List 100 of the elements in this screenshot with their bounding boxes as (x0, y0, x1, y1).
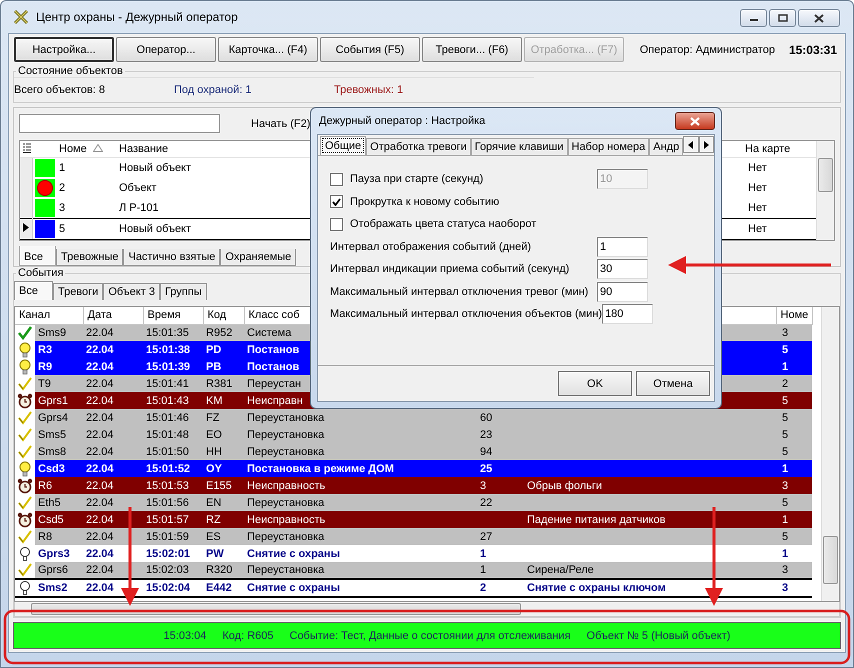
close-icon (814, 14, 824, 22)
toolbar-button[interactable]: События (F5) (320, 37, 420, 62)
scroll-right-button[interactable] (698, 136, 714, 153)
table-cell: 22.04 (86, 326, 114, 339)
table-cell: 22.04 (86, 480, 114, 492)
column-header[interactable]: Класс соб (248, 309, 300, 322)
tab[interactable]: Андр (649, 138, 684, 155)
table-cell: 15:01:46 (146, 412, 189, 424)
table-cell: 5 (782, 446, 788, 458)
table-cell: 3 (480, 480, 486, 492)
checkmark-icon (332, 198, 341, 206)
table-cell: Gprs1 (38, 394, 68, 406)
close-button[interactable] (798, 9, 840, 27)
tab[interactable]: Горячие клавиши (470, 138, 568, 155)
toolbar-button[interactable]: Карточка... (F4) (218, 37, 318, 62)
input-field[interactable]: 90 (597, 282, 648, 302)
tab[interactable]: Все (14, 281, 53, 300)
table-cell: R9 (38, 360, 52, 372)
tab[interactable]: Отработка тревоги (366, 138, 471, 155)
field-label: Интервал индикации приема событий (секунд) (330, 263, 570, 276)
table-cell: E442 (206, 582, 232, 594)
check-icon (17, 494, 33, 510)
column-header[interactable]: Номе (56, 140, 116, 158)
tab[interactable]: Все (19, 246, 56, 266)
tab[interactable]: Тревожные (56, 249, 124, 266)
toolbar-button[interactable]: Тревоги... (F6) (422, 37, 522, 62)
table-cell: 2 (480, 582, 486, 594)
table-cell: 15:01:48 (146, 428, 189, 440)
table-cell: Новый объект (119, 223, 192, 236)
table-cell: Sms5 (38, 428, 66, 440)
checkbox-label: Отображать цвета статуса наоборот (350, 218, 536, 230)
alarm-clock-icon (17, 392, 33, 408)
table-cell: 1 (782, 360, 788, 372)
table-cell: 22.04 (86, 582, 114, 594)
alarm-clock-icon (17, 512, 33, 528)
table-cell: Sms2 (38, 582, 68, 594)
table-cell: 22.04 (86, 530, 114, 542)
table-cell: 15:01:35 (146, 326, 189, 339)
input-field[interactable]: 30 (597, 259, 648, 280)
maximize-button[interactable] (769, 9, 796, 27)
left-arrow-icon (688, 140, 694, 148)
column-header[interactable]: Номе (780, 309, 808, 322)
table-cell: 22.04 (86, 548, 114, 560)
table-cell: Постанов (247, 360, 300, 372)
field-label: Максимальный интервал отключения тревог (мин) (330, 286, 588, 298)
column-header[interactable]: Канал (19, 309, 50, 322)
table-cell: Sms9 (38, 326, 66, 339)
table-cell: 60 (480, 412, 492, 424)
status-text: 15:03:04 (164, 630, 206, 642)
column-header[interactable]: На карте (745, 143, 790, 156)
table-cell: 22.04 (86, 394, 114, 406)
table-cell: Объект (119, 182, 156, 194)
column-header[interactable]: Название (119, 143, 168, 156)
input-field[interactable]: 1 (597, 236, 648, 257)
cancel-button[interactable]: Отмена (636, 371, 710, 396)
table-cell: HH (206, 446, 222, 458)
scrollbar[interactable] (816, 140, 834, 240)
toolbar-button[interactable]: Оператор... (116, 37, 216, 62)
toolbar-button[interactable]: Настройка... (14, 37, 114, 62)
search-field[interactable] (19, 114, 220, 134)
tab[interactable]: Частично взятые (123, 249, 220, 266)
table-cell: 22.04 (86, 446, 114, 458)
right-arrow-icon (704, 140, 709, 148)
table-cell: 1 (782, 514, 788, 526)
status-text: Объект № 5 (Новый объект) (586, 630, 730, 642)
table-cell: Неисправн (247, 394, 303, 406)
tab[interactable]: Объект 3 (103, 283, 160, 300)
checkbox[interactable] (330, 195, 343, 208)
table-cell: Переустановка (247, 564, 324, 576)
input-field[interactable]: 180 (602, 304, 654, 324)
table-cell: 15:01:53 (146, 480, 189, 492)
close-button[interactable] (675, 112, 715, 130)
table-cell: 15:01:43 (146, 394, 189, 406)
checkbox[interactable] (330, 218, 343, 231)
table-cell: Переустановка (247, 428, 324, 440)
column-header[interactable]: Дата (88, 309, 112, 322)
start-button[interactable]: Начать (F2) (250, 116, 312, 132)
tab[interactable]: Группы (160, 283, 207, 300)
tab[interactable]: Охраняемые (220, 249, 296, 266)
minimize-button[interactable] (740, 9, 767, 27)
check-icon (17, 376, 33, 392)
table-cell: Л Р-101 (119, 202, 159, 214)
column-header[interactable]: Время (148, 309, 181, 322)
tab[interactable]: Общие (320, 136, 366, 155)
selected-row[interactable]: Sms2 22.04 15:02:04 E442 Снятие с охраны 2 Снятие с охраны ключом 3 (15, 579, 812, 597)
table-cell: 1 (480, 548, 486, 560)
table-cell: R381 (206, 378, 232, 390)
column-header[interactable]: Код (208, 309, 226, 322)
table-cell: Csd3 (38, 462, 65, 474)
scrollbar[interactable] (821, 307, 839, 601)
table-cell: 23 (480, 428, 492, 440)
ok-button[interactable]: OK (558, 371, 632, 396)
table-cell: 5 (59, 223, 66, 236)
table-cell: Eth5 (38, 496, 61, 508)
bulb-icon (17, 460, 33, 476)
checkbox-label: Прокрутка к новому событию (350, 196, 500, 208)
tab[interactable]: Тревоги (52, 283, 104, 300)
counter-label: Тревожных: 1 (334, 84, 404, 96)
tab[interactable]: Набор номера (568, 138, 650, 155)
scroll-left-button[interactable] (683, 136, 699, 153)
